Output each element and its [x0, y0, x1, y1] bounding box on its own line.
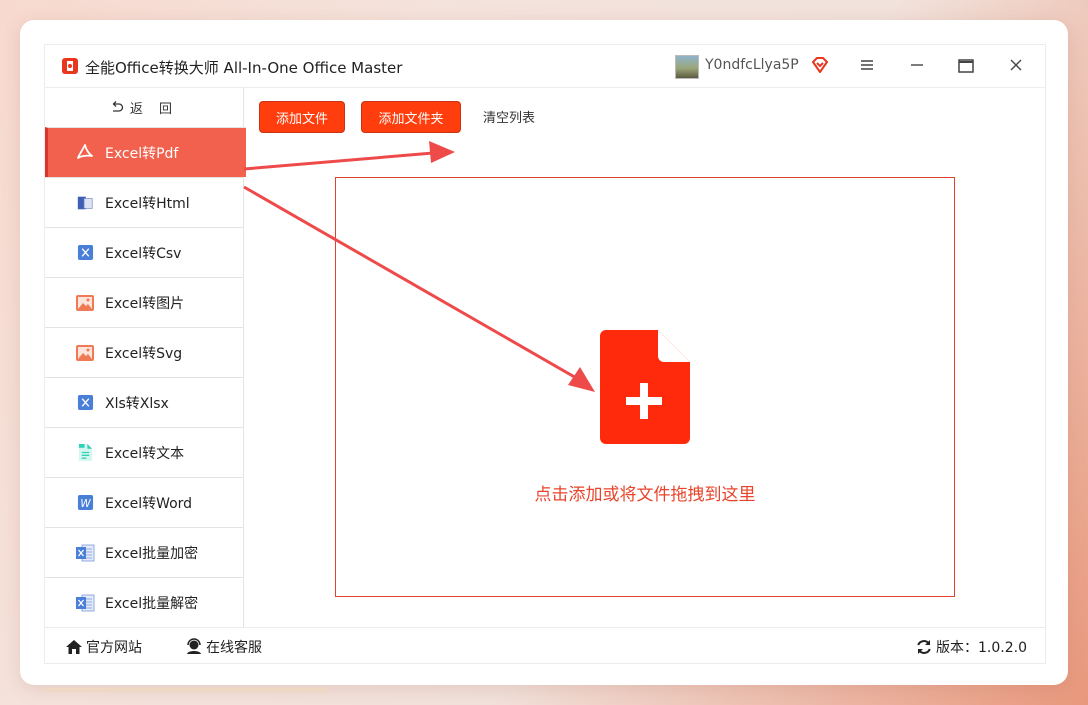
sidebar-item-label: Excel转图片	[105, 295, 185, 312]
excel-x-icon	[75, 243, 95, 263]
maximize-icon[interactable]	[957, 57, 975, 75]
online-support-link[interactable]: 在线客服	[185, 637, 262, 657]
add-folder-button[interactable]: 添加文件夹	[361, 101, 461, 133]
sidebar-item-excel-to-csv[interactable]: Excel转Csv	[45, 227, 243, 277]
sidebar-item-label: Excel批量解密	[105, 595, 199, 612]
excel-sheet-icon	[75, 543, 95, 563]
clear-list-button[interactable]: 清空列表	[483, 101, 535, 131]
status-bar: 官方网站 在线客服 版本：1.0.2.0	[45, 627, 1045, 664]
app-window: 全能Office转换大师 All-In-One Office Master Y0…	[44, 44, 1046, 664]
arrow-head-toolbar	[429, 141, 455, 163]
back-arrow-icon	[112, 101, 124, 112]
arrow-to-toolbar	[243, 150, 446, 171]
add-file-icon	[600, 330, 690, 444]
sidebar-item-label: Excel批量加密	[105, 545, 199, 562]
text-file-icon	[75, 443, 95, 463]
sidebar-item-excel-to-word[interactable]: W Excel转Word	[45, 477, 243, 527]
svg-text:W: W	[80, 498, 91, 510]
decorative-bar	[44, 688, 328, 692]
close-icon[interactable]	[1008, 57, 1024, 73]
sidebar-item-excel-to-svg[interactable]: Excel转Svg	[45, 327, 243, 377]
file-drop-zone[interactable]: 点击添加或将文件拖拽到这里	[335, 177, 955, 597]
official-website-link[interactable]: 官方网站	[65, 637, 142, 657]
image-icon	[75, 343, 95, 363]
sidebar-item-excel-batch-decrypt[interactable]: Excel批量解密	[45, 577, 243, 627]
sidebar-item-label: Xls转Xlsx	[105, 395, 169, 412]
word-icon: W	[75, 493, 95, 513]
excel-x-icon	[75, 393, 95, 413]
sidebar-item-label: Excel转Pdf	[105, 145, 179, 162]
version-label: 版本：1.0.2.0	[936, 640, 1027, 656]
back-label: 返 回	[129, 101, 179, 117]
refresh-icon	[917, 640, 931, 654]
official-website-label: 官方网站	[86, 640, 142, 656]
drop-hint-text: 点击添加或将文件拖拽到这里	[534, 485, 756, 505]
back-button[interactable]: 返 回	[45, 87, 243, 127]
sidebar: 返 回 Excel转Pdf Excel转Html Excel转Csv Excel	[45, 87, 246, 627]
title-bar: 全能Office转换大师 All-In-One Office Master Y0…	[45, 45, 1045, 88]
sidebar-item-excel-to-image[interactable]: Excel转图片	[45, 277, 243, 327]
minimize-icon[interactable]	[909, 57, 925, 73]
image-icon	[75, 293, 95, 313]
headset-icon	[187, 638, 201, 654]
user-name[interactable]: Y0ndfcLlya5P	[705, 57, 799, 73]
sidebar-item-label: Excel转Svg	[105, 345, 183, 362]
sidebar-item-excel-to-text[interactable]: Excel转文本	[45, 427, 243, 477]
sidebar-item-excel-to-pdf[interactable]: Excel转Pdf	[45, 127, 246, 177]
menu-icon[interactable]	[859, 57, 875, 73]
excel-sheet-icon	[75, 593, 95, 613]
app-logo-icon	[62, 58, 78, 74]
pdf-icon	[75, 143, 95, 163]
add-file-button[interactable]: 添加文件	[259, 101, 345, 133]
html-icon	[75, 193, 95, 213]
version-info[interactable]: 版本：1.0.2.0	[915, 637, 1027, 657]
sidebar-item-label: Excel转Word	[105, 495, 193, 512]
sidebar-item-excel-batch-encrypt[interactable]: Excel批量加密	[45, 527, 243, 577]
sidebar-item-xls-to-xlsx[interactable]: Xls转Xlsx	[45, 377, 243, 427]
home-icon	[66, 640, 82, 654]
sidebar-item-excel-to-html[interactable]: Excel转Html	[45, 177, 243, 227]
vip-diamond-icon[interactable]	[810, 55, 830, 75]
user-avatar[interactable]	[675, 55, 699, 79]
online-support-label: 在线客服	[206, 640, 262, 656]
sidebar-item-label: Excel转Csv	[105, 245, 182, 262]
sidebar-item-label: Excel转Html	[105, 195, 190, 212]
sidebar-item-label: Excel转文本	[105, 445, 185, 462]
app-title: 全能Office转换大师 All-In-One Office Master	[85, 59, 403, 77]
